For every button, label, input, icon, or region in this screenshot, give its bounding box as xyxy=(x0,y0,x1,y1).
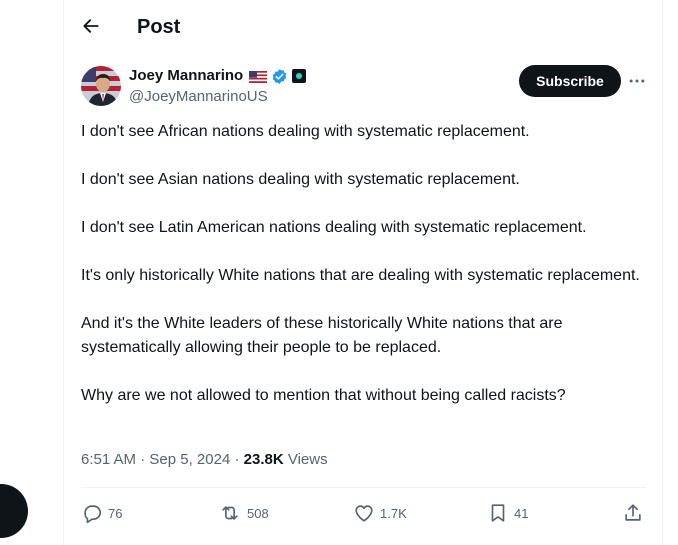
post-paragraph: I don't see Asian nations dealing with s… xyxy=(81,171,520,188)
arrow-left-icon xyxy=(83,19,99,33)
repost-button[interactable]: 508 xyxy=(218,500,269,526)
affiliation-badge-icon[interactable] xyxy=(292,69,307,83)
like-count: 1.7K xyxy=(380,505,407,521)
avatar[interactable] xyxy=(81,66,121,106)
meta-separator: · xyxy=(140,451,146,468)
avatar-image xyxy=(81,66,121,106)
divider xyxy=(81,487,646,488)
page-title: Post xyxy=(137,16,181,38)
share-icon xyxy=(625,504,641,521)
more-icon xyxy=(629,79,645,83)
bookmark-count: 41 xyxy=(514,505,529,521)
post-paragraph: And it's the White leaders of these hist… xyxy=(81,315,563,356)
verified-badge-icon[interactable] xyxy=(271,68,288,85)
reply-button[interactable]: 76 xyxy=(81,500,122,526)
author-handle[interactable]: @JoeyMannarinoUS xyxy=(129,87,268,107)
post-meta: 6:51 AM · Sep 5, 2024 · 23.8K Views xyxy=(81,450,328,470)
action-bar: 76 508 1.7K 41 xyxy=(81,500,646,526)
repost-icon xyxy=(222,506,238,520)
header: Post xyxy=(64,0,662,53)
post-paragraph: Why are we not allowed to mention that w… xyxy=(81,387,566,404)
more-button[interactable] xyxy=(625,69,649,93)
reply-count: 76 xyxy=(108,505,123,521)
us-flag-icon xyxy=(249,70,268,83)
post-time[interactable]: 6:51 AM xyxy=(81,451,136,468)
share-button[interactable] xyxy=(622,500,644,526)
floating-action-button[interactable] xyxy=(0,484,28,538)
heart-icon xyxy=(355,505,373,522)
reply-icon xyxy=(84,505,102,524)
back-button[interactable] xyxy=(78,13,104,39)
views-label: Views xyxy=(287,451,328,468)
post-paragraph: I don't see African nations dealing with… xyxy=(81,123,530,140)
like-button[interactable]: 1.7K xyxy=(353,500,407,526)
post-body: I don't see African nations dealing with… xyxy=(81,120,641,432)
repost-count: 508 xyxy=(247,505,269,521)
author-name[interactable]: Joey Mannarino xyxy=(129,66,243,86)
views-count: 23.8K xyxy=(243,451,284,468)
post-date[interactable]: Sep 5, 2024 xyxy=(149,451,230,468)
affiliation-dot xyxy=(296,73,303,79)
post-paragraph: I don't see Latin American nations deali… xyxy=(81,219,587,236)
page: Post Joey Mannarino @JoeyMannarinoUS Sub… xyxy=(0,0,678,545)
meta-separator: · xyxy=(234,451,240,468)
subscribe-button[interactable]: Subscribe xyxy=(519,65,621,97)
bookmark-icon xyxy=(491,504,505,522)
bookmark-button[interactable]: 41 xyxy=(487,500,528,526)
post-column: Post Joey Mannarino @JoeyMannarinoUS Sub… xyxy=(63,0,663,545)
post-paragraph: It's only historically White nations tha… xyxy=(81,267,640,284)
author-name-row[interactable]: Joey Mannarino xyxy=(129,66,307,86)
